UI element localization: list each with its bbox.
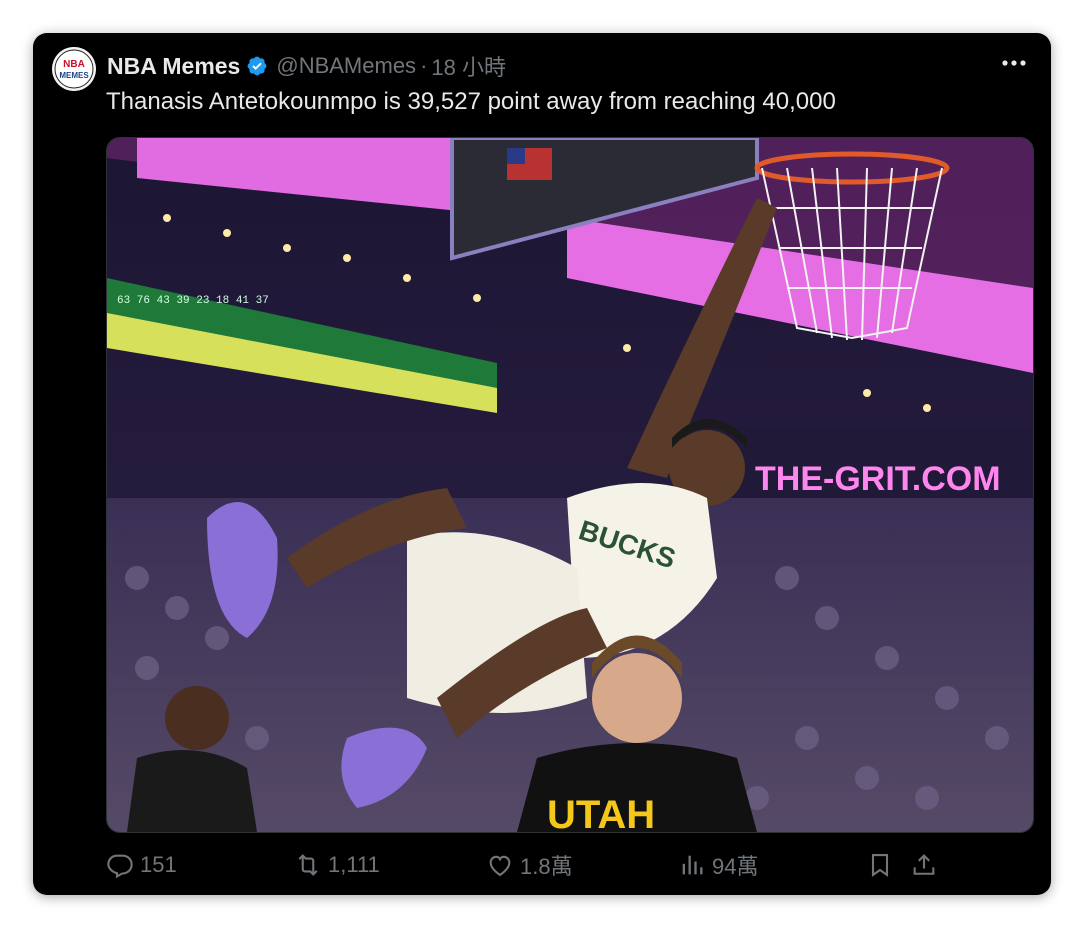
view-count: 94萬 <box>712 854 759 879</box>
avatar-text-top: NBA <box>63 59 85 70</box>
tweet-card[interactable]: NBA MEMES NBA Memes @NBAMemes · 18 小時 Th… <box>33 33 1051 895</box>
retweet-icon <box>298 854 318 876</box>
utah-jersey-text: UTAH <box>547 793 655 832</box>
reply-button[interactable]: 151 <box>106 845 177 885</box>
tweet-photo[interactable]: 63 76 43 39 23 18 41 37 THE-GRIT.COM BUC… <box>106 137 1034 833</box>
verified-icon <box>247 56 267 76</box>
like-button[interactable]: 1.8萬 <box>486 845 573 885</box>
avatar-logo: NBA MEMES <box>52 47 96 91</box>
views-icon <box>682 855 703 875</box>
views-button[interactable]: 94萬 <box>678 845 758 885</box>
more-icon[interactable] <box>999 51 1029 75</box>
reply-count: 151 <box>140 852 177 877</box>
svg-text:63 76 43 39 23 18 41 37: 63 76 43 39 23 18 41 37 <box>117 295 269 307</box>
reply-icon <box>107 854 133 879</box>
bookmark-button[interactable] <box>866 845 900 885</box>
tweet-text: Thanasis Antetokounmpo is 39,527 point a… <box>106 88 836 115</box>
basketball-dunk-photo: 63 76 43 39 23 18 41 37 THE-GRIT.COM BUC… <box>107 138 1033 832</box>
tweet-header: NBA Memes @NBAMemes · 18 小時 <box>107 49 506 83</box>
like-icon <box>489 855 511 877</box>
display-name[interactable]: NBA Memes <box>107 53 240 80</box>
handle[interactable]: @NBAMemes <box>276 53 416 79</box>
action-bar: 151 1,111 1.8萬 94萬 <box>106 845 1032 885</box>
retweet-button[interactable]: 1,111 <box>294 845 380 885</box>
separator: · <box>420 53 428 78</box>
like-count: 1.8萬 <box>520 854 573 879</box>
share-button[interactable] <box>910 845 944 885</box>
timestamp[interactable]: 18 小時 <box>431 50 506 82</box>
bookmark-icon <box>871 854 889 877</box>
share-icon <box>913 854 935 875</box>
avatar[interactable]: NBA MEMES <box>52 47 96 91</box>
arena-sign-text: THE-GRIT.COM <box>755 460 1001 498</box>
retweet-count: 1,111 <box>328 852 380 877</box>
avatar-text-bottom: MEMES <box>59 71 89 80</box>
